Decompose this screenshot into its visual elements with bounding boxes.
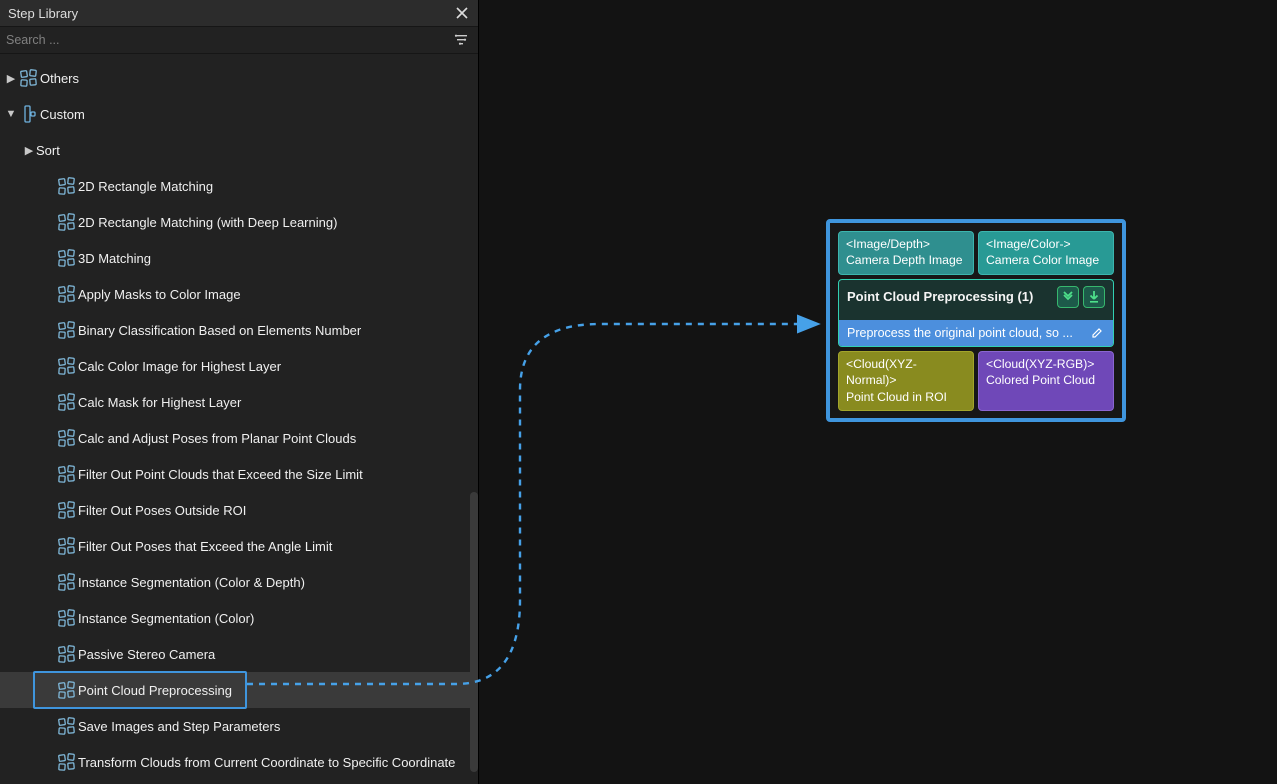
tree-item-label: Save Images and Step Parameters xyxy=(78,719,280,734)
tree-item-label: Filter Out Poses that Exceed the Angle L… xyxy=(78,539,332,554)
tree-item-label: Transform Clouds from Current Coordinate… xyxy=(78,755,455,770)
filter-icon[interactable] xyxy=(450,29,472,51)
grid-icon xyxy=(56,681,78,699)
search-input[interactable] xyxy=(6,33,450,47)
grid-icon xyxy=(56,609,78,627)
grid-icon xyxy=(56,177,78,195)
grid-icon xyxy=(56,213,78,231)
port-tag: <Image/Depth> xyxy=(846,236,966,252)
node-title-row: Point Cloud Preprocessing (1) xyxy=(839,280,1113,320)
port-label: Camera Color Image xyxy=(986,252,1106,268)
grid-icon xyxy=(56,537,78,555)
tree-item[interactable]: Filter Out Point Clouds that Exceed the … xyxy=(0,456,478,492)
tree-item-label: Apply Masks to Color Image xyxy=(78,287,241,302)
expand-arrow-icon[interactable]: ▶ xyxy=(22,144,36,157)
tree-item-label: Instance Segmentation (Color & Depth) xyxy=(78,575,305,590)
grid-icon xyxy=(56,357,78,375)
tree-item-label: Calc and Adjust Poses from Planar Point … xyxy=(78,431,356,446)
port-label: Point Cloud in ROI xyxy=(846,389,966,405)
tree-item-label: Passive Stereo Camera xyxy=(78,647,215,662)
tree-item[interactable]: Point Cloud Preprocessing xyxy=(0,672,478,708)
tree-item-label: Calc Color Image for Highest Layer xyxy=(78,359,281,374)
port-output-rgb[interactable]: <Cloud(XYZ-RGB)> Colored Point Cloud xyxy=(978,351,1114,411)
tree-group-custom[interactable]: ▼ Custom xyxy=(0,96,478,132)
tree-item-label: Others xyxy=(40,71,79,86)
grid-icon xyxy=(56,249,78,267)
tree-item-label: Filter Out Poses Outside ROI xyxy=(78,503,246,518)
tree-item-label: 3D Matching xyxy=(78,251,151,266)
tree-item[interactable]: Save Images and Step Parameters xyxy=(0,708,478,744)
port-input-color[interactable]: <Image/Color-> Camera Color Image xyxy=(978,231,1114,275)
node-output-ports: <Cloud(XYZ-Normal)> Point Cloud in ROI <… xyxy=(838,351,1114,411)
node-title: Point Cloud Preprocessing (1) xyxy=(847,289,1053,304)
tree-group-sort[interactable]: ▶Sort xyxy=(0,132,478,168)
tree-item-label: Point Cloud Preprocessing xyxy=(78,683,232,698)
download-icon[interactable] xyxy=(1083,286,1105,308)
port-output-roi[interactable]: <Cloud(XYZ-Normal)> Point Cloud in ROI xyxy=(838,351,974,411)
expand-arrow-icon[interactable]: ▼ xyxy=(4,108,18,120)
grid-icon xyxy=(56,321,78,339)
edit-icon[interactable] xyxy=(1089,327,1105,339)
tree-item[interactable]: Passive Stereo Camera xyxy=(0,636,478,672)
grid-icon xyxy=(56,393,78,411)
port-tag: <Cloud(XYZ-Normal)> xyxy=(846,356,966,389)
grid-icon xyxy=(18,105,40,123)
grid-icon xyxy=(56,753,78,771)
tree-scrollbar[interactable] xyxy=(470,492,478,772)
grid-icon xyxy=(56,501,78,519)
node-description-row: Preprocess the original point cloud, so … xyxy=(839,320,1113,346)
step-library-panel: Step Library ▶ Others▼ Custom▶Sort xyxy=(0,0,479,784)
tree-item[interactable]: Filter Out Poses Outside ROI xyxy=(0,492,478,528)
graph-canvas[interactable]: <Image/Depth> Camera Depth Image <Image/… xyxy=(480,0,1277,784)
tree-item[interactable]: Instance Segmentation (Color) xyxy=(0,600,478,636)
grid-icon xyxy=(56,465,78,483)
tree-item-label: Custom xyxy=(40,107,85,122)
tree-item-label: Sort xyxy=(36,143,60,158)
tree-group-others[interactable]: ▶ Others xyxy=(0,60,478,96)
port-tag: <Cloud(XYZ-RGB)> xyxy=(986,356,1106,372)
tree-item[interactable]: Calc Color Image for Highest Layer xyxy=(0,348,478,384)
node-point-cloud-preprocessing[interactable]: <Image/Depth> Camera Depth Image <Image/… xyxy=(826,219,1126,422)
tree-item-label: Filter Out Point Clouds that Exceed the … xyxy=(78,467,363,482)
tree-item-label: Binary Classification Based on Elements … xyxy=(78,323,361,338)
tree-item[interactable]: Calc Mask for Highest Layer xyxy=(0,384,478,420)
step-tree: ▶ Others▼ Custom▶Sort 2D Rectangle Match… xyxy=(0,54,478,784)
tree-item-label: 2D Rectangle Matching xyxy=(78,179,213,194)
grid-icon xyxy=(56,573,78,591)
tree-item[interactable]: Calc and Adjust Poses from Planar Point … xyxy=(0,420,478,456)
port-label: Colored Point Cloud xyxy=(986,372,1106,388)
node-description: Preprocess the original point cloud, so … xyxy=(847,326,1083,340)
grid-icon xyxy=(56,645,78,663)
tree-item[interactable]: Filter Out Poses that Exceed the Angle L… xyxy=(0,528,478,564)
tree-item[interactable]: 2D Rectangle Matching (with Deep Learnin… xyxy=(0,204,478,240)
tree-item-label: 2D Rectangle Matching (with Deep Learnin… xyxy=(78,215,337,230)
port-tag: <Image/Color-> xyxy=(986,236,1106,252)
tree-item[interactable]: 2D Rectangle Matching xyxy=(0,168,478,204)
tree-item[interactable]: 3D Matching xyxy=(0,240,478,276)
port-label: Camera Depth Image xyxy=(846,252,966,268)
expand-arrow-icon[interactable]: ▶ xyxy=(4,72,18,85)
grid-icon xyxy=(56,717,78,735)
tree-item[interactable]: Apply Masks to Color Image xyxy=(0,276,478,312)
node-input-ports: <Image/Depth> Camera Depth Image <Image/… xyxy=(838,231,1114,275)
search-row xyxy=(0,27,478,54)
node-body: Point Cloud Preprocessing (1) Preprocess… xyxy=(838,279,1114,347)
tree-item[interactable]: Instance Segmentation (Color & Depth) xyxy=(0,564,478,600)
tree-item-label: Calc Mask for Highest Layer xyxy=(78,395,241,410)
grid-icon xyxy=(18,69,40,87)
grid-icon xyxy=(56,429,78,447)
panel-header: Step Library xyxy=(0,0,478,27)
expand-icon[interactable] xyxy=(1057,286,1079,308)
grid-icon xyxy=(56,285,78,303)
tree-item[interactable]: Transform Clouds from Current Coordinate… xyxy=(0,744,478,780)
panel-title: Step Library xyxy=(8,6,454,21)
close-icon[interactable] xyxy=(454,5,470,21)
tree-item[interactable]: Binary Classification Based on Elements … xyxy=(0,312,478,348)
port-input-depth[interactable]: <Image/Depth> Camera Depth Image xyxy=(838,231,974,275)
tree-item-label: Instance Segmentation (Color) xyxy=(78,611,254,626)
